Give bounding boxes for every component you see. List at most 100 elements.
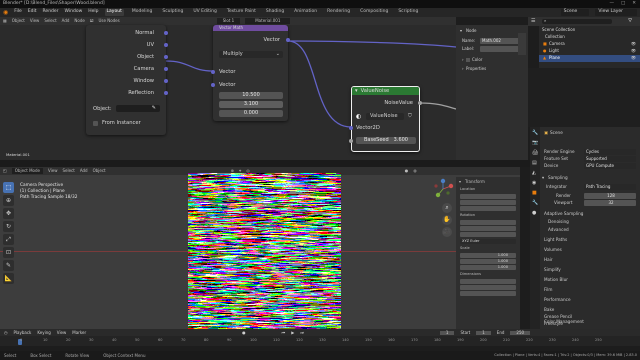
color-panel-toggle-icon[interactable]: › — [462, 58, 464, 62]
volumes-panel[interactable]: Volumes — [544, 247, 562, 253]
close-button[interactable]: ✕ — [632, 1, 636, 7]
value-noise-header[interactable]: ▾ ValueNoise — [352, 87, 419, 95]
texture-coordinate-node[interactable]: Normal UV Object Camera Window Reflectio… — [86, 25, 168, 135]
noise-output-socket[interactable] — [418, 101, 422, 105]
area-divider[interactable] — [0, 160, 530, 167]
socket-window[interactable] — [164, 79, 168, 83]
end-frame-field[interactable]: 250 — [510, 330, 531, 335]
viewport-object-menu[interactable]: Object — [93, 169, 106, 173]
socket-uv[interactable] — [164, 43, 168, 47]
noise-seed-socket[interactable] — [349, 139, 353, 143]
bake-panel[interactable]: Bake — [544, 307, 554, 313]
render-samples-field[interactable]: 128 — [584, 193, 636, 199]
jump-start-icon[interactable]: ⏮ — [282, 330, 286, 335]
tab-modeling[interactable]: Modeling — [130, 9, 154, 16]
math-value-x[interactable]: 10.500 — [219, 92, 283, 99]
view-layer-selector[interactable]: View Layer — [595, 9, 637, 16]
adaptive-sampling-panel[interactable]: Adaptive Sampling — [544, 211, 583, 217]
outliner-item-camera[interactable]: Camera — [549, 42, 565, 46]
color-management-panel[interactable]: Color Management — [544, 319, 584, 324]
object-tab-icon[interactable]: ■ — [532, 191, 537, 196]
camera-view-icon[interactable]: 🎥 — [442, 227, 452, 237]
math-input1-socket[interactable] — [211, 70, 215, 74]
menu-window[interactable]: Window — [65, 10, 83, 15]
dimension-x-field[interactable] — [460, 279, 516, 284]
menu-render[interactable]: Render — [43, 10, 59, 15]
shading-render-icon[interactable]: ◍ — [413, 169, 417, 173]
tool-tab-icon[interactable]: 🔧 — [532, 131, 538, 136]
math-output-socket[interactable] — [286, 38, 290, 42]
pan-icon[interactable]: ✋ — [442, 215, 452, 225]
object-mode-selector[interactable]: Object Mode — [11, 168, 43, 174]
noise-seed-field[interactable]: BaseSeed 3.600 — [356, 137, 416, 144]
world-tab-icon[interactable]: ◉ — [532, 181, 536, 186]
math-value-z[interactable]: 0.000 — [219, 110, 283, 117]
transform-tool-icon[interactable]: ⊡ — [3, 247, 14, 258]
keying-menu[interactable]: Keying — [37, 330, 50, 335]
performance-panel[interactable]: Performance — [544, 297, 571, 303]
playback-menu[interactable]: Playback — [14, 330, 32, 335]
vector-math-header[interactable]: Vector Math — [213, 25, 288, 31]
dimension-y-field[interactable] — [460, 285, 516, 290]
advanced-panel[interactable]: Advanced — [548, 227, 569, 233]
scale-z-field[interactable]: 1.000 — [460, 265, 516, 270]
tab-texture-paint[interactable]: Texture Paint — [225, 9, 258, 16]
timeline-type-icon[interactable]: ◷ — [4, 330, 8, 335]
minimize-button[interactable]: — — [609, 1, 614, 7]
socket-camera[interactable] — [164, 67, 168, 71]
tab-rendering[interactable]: Rendering — [325, 9, 352, 16]
start-frame-field[interactable]: 1 — [476, 330, 491, 335]
outliner-item-plane-row[interactable]: ▲ Plane — [539, 55, 640, 62]
tab-shading[interactable]: Shading — [264, 9, 286, 16]
scale-y-field[interactable]: 1.000 — [460, 259, 516, 264]
zoom-icon[interactable]: ⌕ — [442, 203, 452, 213]
from-instancer-checkbox[interactable] — [93, 121, 98, 126]
rotation-mode-dropdown[interactable]: XYZ Euler — [460, 239, 516, 244]
shading-solid-icon[interactable]: ● — [405, 169, 409, 173]
fake-user-icon[interactable]: ⛉ — [408, 114, 412, 119]
timeline[interactable]: ◷ Playback Keying View Marker ● ⏮ ▶ ⏭ 1 … — [0, 329, 640, 351]
feature-set-dropdown[interactable]: Supported — [584, 156, 636, 162]
render-tab-icon[interactable]: 📷 — [532, 141, 538, 146]
viewport-add-menu[interactable]: Add — [80, 169, 88, 173]
socket-object[interactable] — [164, 55, 168, 59]
render-engine-dropdown[interactable]: Cycles — [584, 149, 636, 155]
rotate-tool-icon[interactable]: ↻ — [3, 221, 14, 232]
node-group-selector[interactable]: ValueNoise — [366, 113, 404, 120]
visibility-icon-plane[interactable]: 👁 — [631, 56, 636, 60]
location-y-field[interactable] — [460, 200, 516, 205]
menu-edit[interactable]: Edit — [28, 10, 37, 15]
measure-tool-icon[interactable]: 📐 — [3, 273, 14, 284]
socket-reflection[interactable] — [164, 91, 168, 95]
simplify-panel[interactable]: Simplify — [544, 267, 561, 273]
node-editor[interactable]: ▦ Object View Select Add Node ☑ Use Node… — [0, 17, 456, 160]
scale-tool-icon[interactable]: ⤢ — [3, 234, 14, 245]
scale-x-field[interactable]: 1.000 — [460, 253, 516, 258]
rotation-y-field[interactable] — [460, 226, 516, 231]
scene-selector[interactable]: Scene — [560, 9, 590, 16]
timeline-view-menu[interactable]: View — [57, 330, 67, 335]
outliner-type-icon[interactable]: ☰ — [531, 19, 535, 24]
tab-scripting[interactable]: Scripting — [396, 9, 420, 16]
viewport-type-icon[interactable]: ◰ — [3, 169, 7, 173]
move-tool-icon[interactable]: ✥ — [3, 208, 14, 219]
material-tab-icon[interactable]: ● — [532, 211, 536, 216]
device-dropdown[interactable]: GPU Compute — [584, 163, 636, 169]
properties-panel-toggle-icon[interactable]: › — [462, 67, 464, 71]
math-input2-socket[interactable] — [211, 83, 215, 87]
outliner-item-collection[interactable]: Collection — [545, 35, 565, 39]
node-panel-toggle-icon[interactable]: ▾ — [460, 29, 462, 33]
menu-help[interactable]: Help — [88, 10, 98, 15]
value-noise-node[interactable]: ▾ ValueNoise NoiseValue ◐ ValueNoise ⛉ Ve… — [349, 86, 422, 152]
vector-math-node[interactable]: Vector Math Vector Multiply ⌄ Vector Vect… — [211, 25, 290, 121]
location-z-field[interactable] — [460, 206, 516, 211]
visibility-icon-light[interactable]: 👁 — [631, 49, 636, 53]
socket-normal[interactable] — [164, 31, 168, 35]
play-icon[interactable]: ▶ — [291, 330, 294, 335]
filter-icon[interactable]: ⛛ — [628, 19, 632, 24]
tab-layout[interactable]: Layout — [104, 9, 124, 16]
sampling-toggle-icon[interactable]: ▾ — [542, 175, 544, 181]
location-x-field[interactable] — [460, 194, 516, 199]
color-checkbox[interactable] — [466, 58, 470, 62]
denoising-panel[interactable]: Denoising — [548, 219, 569, 225]
